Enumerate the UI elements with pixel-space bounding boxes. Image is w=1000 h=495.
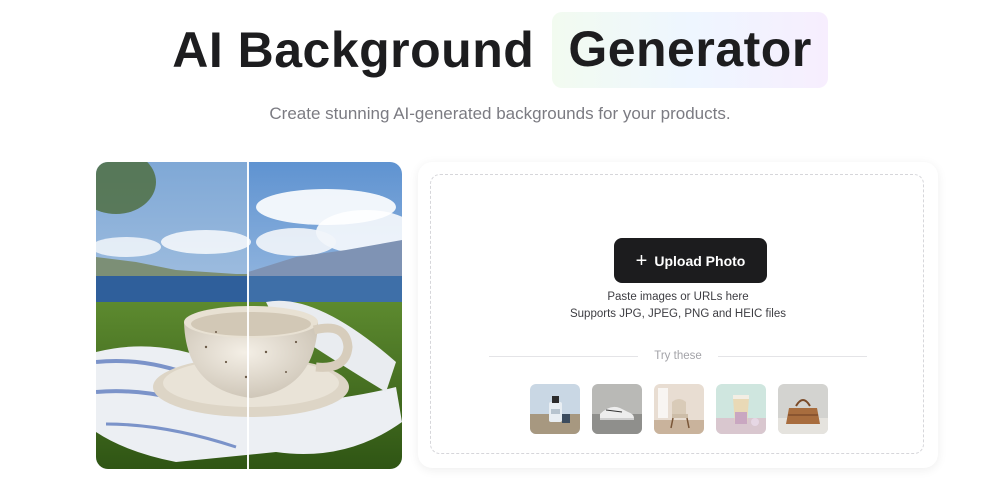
chair-icon bbox=[654, 384, 704, 434]
before-after-preview[interactable] bbox=[96, 162, 402, 469]
title-highlight: Generator bbox=[552, 12, 828, 88]
handbag-icon bbox=[778, 384, 828, 434]
upload-dropzone[interactable]: + Upload Photo Paste images or URLs here… bbox=[430, 174, 924, 454]
preview-image bbox=[96, 162, 402, 469]
comparison-slider-handle[interactable] bbox=[247, 162, 249, 469]
paste-hint: Paste images or URLs here bbox=[607, 291, 749, 303]
upload-card: + Upload Photo Paste images or URLs here… bbox=[418, 162, 938, 468]
page-subtitle: Create stunning AI-generated backgrounds… bbox=[269, 104, 731, 123]
divider-left bbox=[489, 355, 639, 357]
page-title: AI Background Generator bbox=[0, 12, 1000, 88]
divider-right bbox=[717, 355, 868, 357]
try-these-label: Try these bbox=[654, 350, 702, 362]
sample-drink-cup[interactable] bbox=[716, 384, 766, 434]
plus-icon: + bbox=[635, 249, 648, 272]
sneakers-icon bbox=[592, 384, 642, 434]
supported-formats-hint: Supports JPG, JPEG, PNG and HEIC files bbox=[569, 308, 787, 320]
sample-handbag[interactable] bbox=[778, 384, 828, 434]
perfume-bottle-icon bbox=[530, 384, 580, 434]
try-these-divider: Try these bbox=[489, 350, 868, 362]
sample-thumbnails bbox=[530, 384, 830, 434]
sample-chair[interactable] bbox=[654, 384, 704, 434]
upload-photo-button[interactable]: + Upload Photo bbox=[614, 238, 767, 283]
drink-cup-icon bbox=[716, 384, 766, 434]
sample-perfume-bottle[interactable] bbox=[530, 384, 580, 434]
title-text: AI Background bbox=[172, 22, 535, 78]
upload-button-label: Upload Photo bbox=[654, 252, 746, 269]
sample-sneakers[interactable] bbox=[592, 384, 642, 434]
